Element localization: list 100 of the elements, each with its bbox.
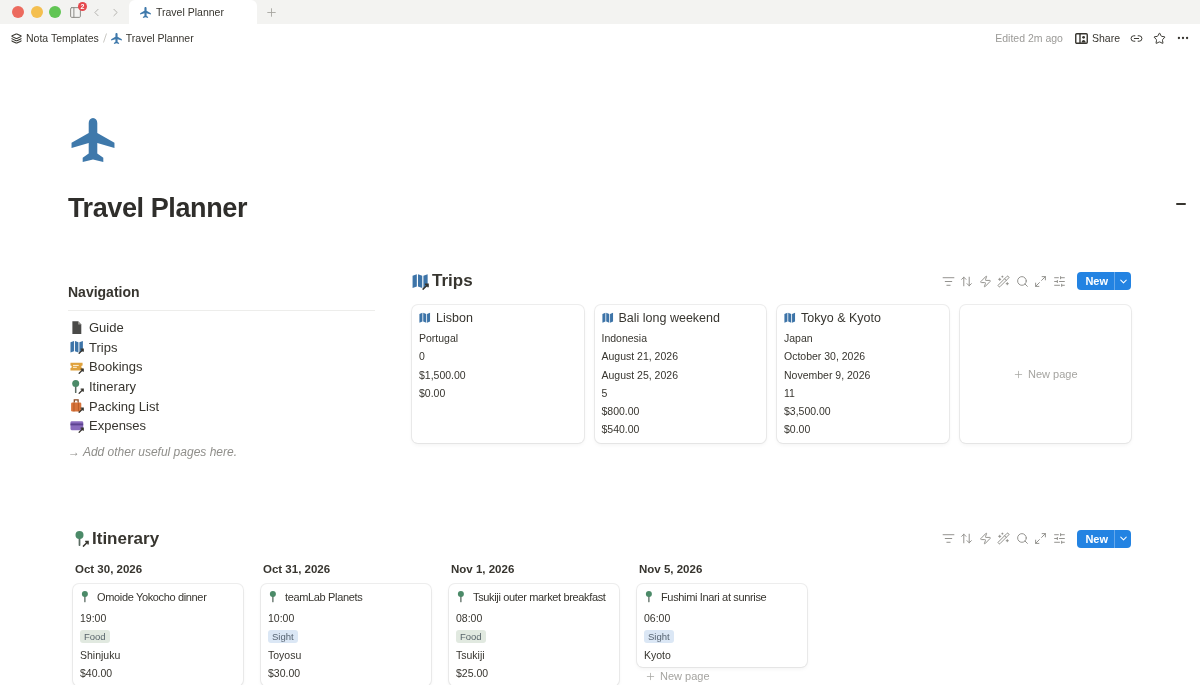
cost-text: $40.00 (80, 666, 114, 682)
search-icon[interactable] (1015, 532, 1029, 546)
date-group-heading: Oct 31, 2026 (262, 561, 332, 577)
trip-property: $0.00 (784, 422, 812, 438)
star-icon[interactable] (1153, 31, 1166, 45)
trip-card[interactable]: Tokyo & Kyoto Japan October 30, 2026 November 9, 2026 11 $3,500.00 $0.00 (777, 305, 949, 443)
nav-link[interactable]: Expenses (68, 415, 147, 436)
close-window-button[interactable] (12, 6, 24, 18)
trip-property: 11 (784, 385, 796, 401)
nav-link[interactable]: Packing List (68, 396, 160, 416)
pin-icon (73, 530, 89, 547)
sidebar-icon[interactable] (69, 5, 82, 19)
trip-property: $3,500.00 (784, 404, 832, 420)
expand-icon[interactable] (1034, 274, 1048, 288)
trip-property: $540.00 (601, 422, 641, 438)
filter-icon[interactable] (941, 274, 955, 288)
trip-title: Tokyo & Kyoto (801, 311, 881, 325)
plus-icon (1012, 368, 1024, 380)
itinerary-card[interactable]: Tsukiji outer market breakfast 08:00 Food Tsukiji $25.00 (449, 583, 619, 685)
outline-dash-icon[interactable] (1176, 203, 1186, 205)
category-tag: Sight (644, 629, 674, 643)
magic-wand-icon[interactable] (997, 532, 1011, 546)
new-options-button[interactable] (1114, 529, 1131, 548)
trip-property: $0.00 (419, 385, 447, 401)
map-icon (601, 312, 614, 324)
new-button[interactable]: New (1077, 272, 1114, 290)
lightning-icon[interactable] (978, 532, 992, 546)
trip-property: Japan (784, 331, 814, 346)
layers-icon (11, 32, 22, 44)
edited-time: Edited 2m ago (995, 32, 1063, 44)
cost-text: $25.00 (456, 666, 490, 682)
map-icon (412, 272, 429, 290)
airplane-icon (71, 118, 115, 162)
page-title: Travel Planner (68, 192, 248, 224)
nav-link[interactable]: Guide (68, 318, 124, 338)
trip-card[interactable]: Lisbon Portugal 0 $1,500.00 $0.00 (412, 305, 584, 443)
nav-link[interactable]: Trips (68, 337, 118, 358)
new-button[interactable]: New (1077, 529, 1114, 548)
itinerary-card[interactable]: Omoide Yokocho dinner 19:00 Food Shinjuku $40.00 (73, 583, 243, 685)
breadcrumb-link[interactable]: Travel Planner (110, 32, 194, 44)
trip-title: Bali long weekend (618, 311, 720, 325)
contact-card-icon (1074, 32, 1088, 44)
trip-property: $1,500.00 (419, 367, 467, 383)
itinerary-title: Fushimi Inari at sunrise (661, 590, 767, 603)
date-group-heading: Nov 1, 2026 (450, 561, 516, 577)
trips-heading[interactable]: Trips (412, 270, 473, 292)
trip-property: Portugal (419, 331, 460, 346)
new-options-button[interactable] (1114, 272, 1131, 290)
time-text: 10:00 (268, 610, 296, 626)
trip-property: October 30, 2026 (784, 349, 867, 365)
plus-icon[interactable] (265, 5, 278, 19)
category-tag: Sight (268, 629, 298, 643)
location-text: Tsukiji (456, 647, 486, 663)
minimize-window-button[interactable] (30, 6, 43, 18)
category-tag: Food (80, 629, 110, 643)
nav-link[interactable]: Bookings (68, 357, 143, 377)
hint-text: → Add other useful pages here. (68, 443, 238, 461)
sliders-icon[interactable] (1052, 532, 1066, 546)
sliders-icon[interactable] (1052, 274, 1066, 288)
plus-icon (645, 671, 656, 683)
time-text: 08:00 (456, 610, 484, 626)
map-icon (419, 312, 431, 324)
map-icon (784, 312, 796, 324)
sort-icon[interactable] (960, 532, 974, 546)
airplane-icon (110, 32, 122, 44)
trip-property: November 9, 2026 (784, 367, 872, 383)
date-group-heading: Oct 30, 2026 (74, 561, 144, 577)
trip-property: 0 (419, 349, 426, 365)
time-text: 06:00 (644, 610, 672, 626)
trip-title: Lisbon (436, 311, 473, 325)
trip-property: August 25, 2026 (601, 367, 679, 383)
itinerary-title: Omoide Yokocho dinner (97, 590, 207, 603)
itinerary-card[interactable]: teamLab Planets 10:00 Sight Toyosu $30.00 (261, 583, 431, 685)
search-icon[interactable] (1015, 274, 1029, 288)
itinerary-heading[interactable]: Itinerary (73, 527, 160, 550)
trip-property: August 21, 2026 (601, 349, 679, 365)
date-group-heading: Nov 5, 2026 (638, 561, 704, 577)
trip-property: $800.00 (601, 404, 641, 420)
trip-card[interactable]: Bali long weekend Indonesia August 21, 2026 August 25, 2026 5 $800.00 $540.00 (594, 305, 766, 443)
nav-link[interactable]: Itinerary (68, 376, 136, 397)
category-tag: Food (456, 629, 486, 643)
itinerary-card[interactable]: Fushimi Inari at sunrise 06:00 Sight Kyoto (637, 583, 807, 668)
trip-property: Indonesia (601, 331, 649, 346)
trip-property: 5 (601, 385, 609, 401)
itinerary-title: Tsukiji outer market breakfast (473, 590, 606, 603)
browser-tab[interactable]: Travel Planner (129, 0, 257, 24)
breadcrumb-link[interactable]: Nota Templates (11, 32, 99, 44)
slash-separator-icon (102, 33, 107, 43)
itinerary-title: teamLab Planets (285, 590, 363, 603)
lightning-icon[interactable] (978, 274, 992, 288)
maximize-window-button[interactable] (49, 6, 61, 18)
sort-icon[interactable] (960, 274, 974, 288)
expand-icon[interactable] (1034, 532, 1048, 546)
share-button[interactable]: Share (1074, 32, 1120, 44)
magic-wand-icon[interactable] (997, 274, 1011, 288)
location-text: Kyoto (644, 647, 672, 663)
time-text: 19:00 (80, 610, 108, 626)
location-text: Toyosu (268, 647, 303, 663)
filter-icon[interactable] (941, 532, 955, 546)
navigation-heading: Navigation (68, 283, 141, 302)
